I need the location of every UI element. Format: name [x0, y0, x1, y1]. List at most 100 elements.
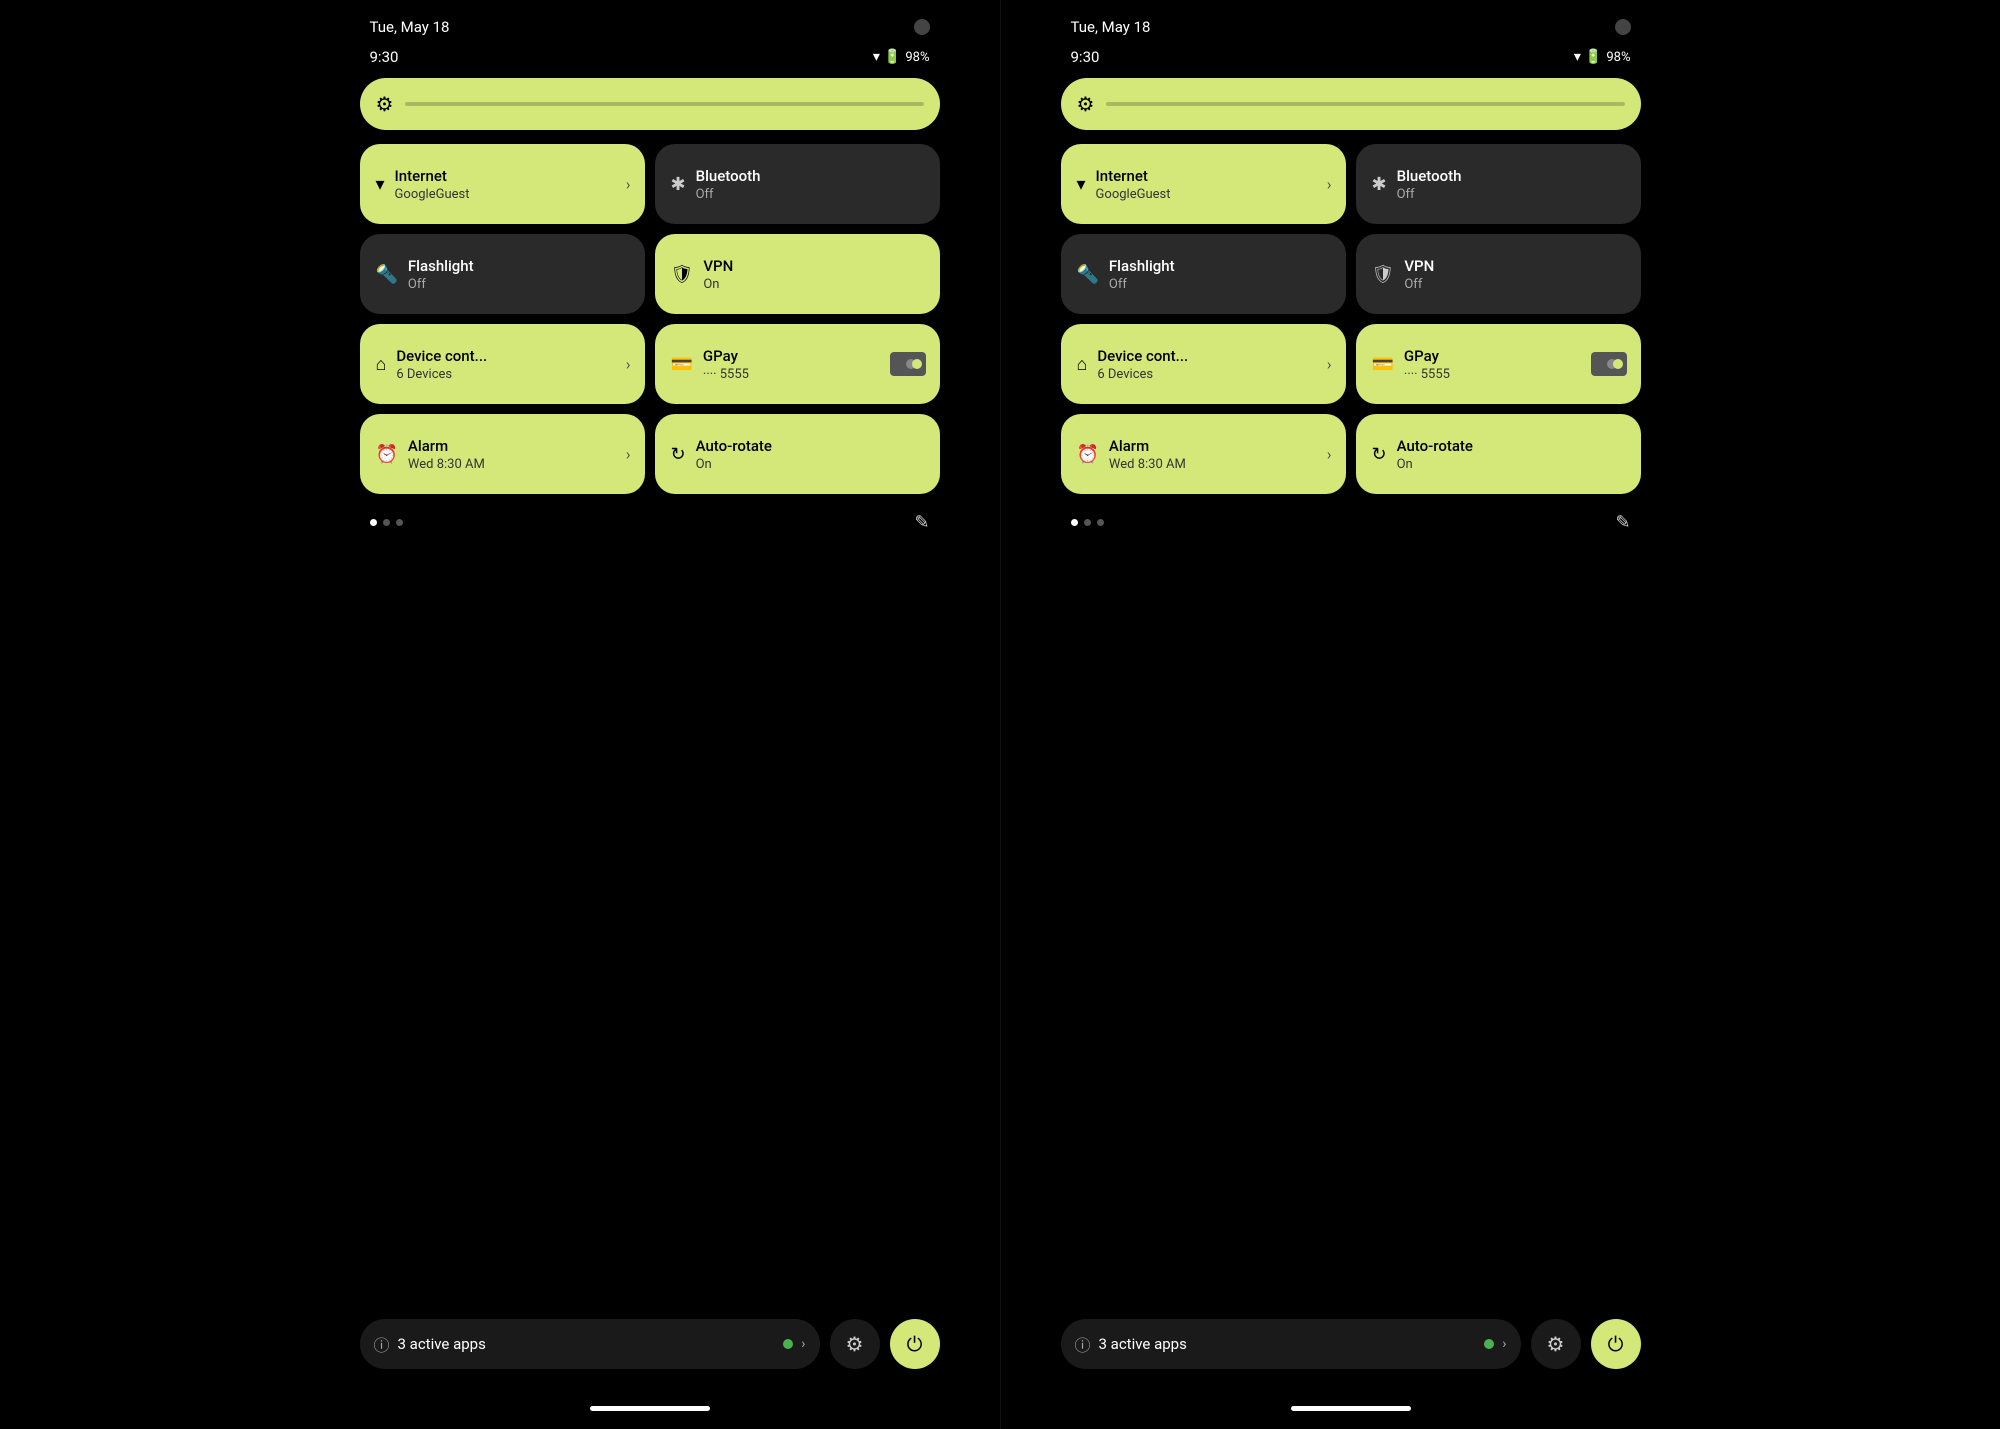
vpn-title-right: VPN [1404, 257, 1434, 275]
tile-autorotate-right[interactable]: ↻ Auto-rotate On [1356, 414, 1641, 494]
time-right: 9:30 [1071, 48, 1100, 66]
gpay-card-right [1591, 352, 1627, 376]
panel-divider [1000, 0, 1001, 1429]
edit-icon-left[interactable]: ✎ [914, 512, 929, 533]
autorotate-title-left: Auto-rotate [696, 437, 772, 455]
date-right: Tue, May 18 [1071, 18, 1151, 36]
internet-chevron-left: › [626, 175, 631, 194]
tile-vpn-left[interactable]: 🛡 VPN On [655, 234, 940, 314]
gpay-subtitle-right: ···· 5555 [1404, 367, 1450, 382]
alarm-title-left: Alarm [408, 437, 485, 455]
brightness-bar-left[interactable]: ⚙ [360, 78, 940, 130]
settings-button-left[interactable]: ⚙ [830, 1319, 880, 1369]
settings-button-right[interactable]: ⚙ [1531, 1319, 1581, 1369]
power-button-right[interactable]: ⏻ [1591, 1319, 1641, 1369]
alarm-icon-left: ⏰ [376, 444, 398, 465]
vpn-icon-left: 🛡 [671, 264, 694, 285]
page-dots-right [1071, 519, 1104, 526]
tile-bluetooth-right[interactable]: ✱ Bluetooth Off [1356, 144, 1641, 224]
battery-icon-right: 🔋 [1585, 49, 1602, 65]
internet-title-right: Internet [1096, 167, 1171, 185]
tile-alarm-left[interactable]: ⏰ Alarm Wed 8:30 AM › [360, 414, 645, 494]
device-title-left: Device cont... [396, 347, 487, 365]
tile-alarm-right[interactable]: ⏰ Alarm Wed 8:30 AM › [1061, 414, 1346, 494]
vpn-title-left: VPN [703, 257, 733, 275]
bluetooth-title-right: Bluetooth [1397, 167, 1462, 185]
time-row-right: 9:30 ▾ 🔋 98% [1061, 44, 1641, 78]
device-title-right: Device cont... [1097, 347, 1188, 365]
alarm-subtitle-right: Wed 8:30 AM [1109, 457, 1186, 472]
page-dots-left [370, 519, 403, 526]
card-icon-left: 💳 [671, 354, 693, 375]
green-dot-left [783, 1339, 793, 1349]
dot-2-left [383, 519, 390, 526]
flashlight-icon-left: 🔦 [376, 264, 398, 285]
brightness-track-left[interactable] [405, 102, 923, 106]
home-bar-left [590, 1406, 710, 1411]
active-apps-text-left: 3 active apps [398, 1335, 776, 1353]
autorotate-subtitle-left: On [696, 457, 772, 472]
tile-gpay-left[interactable]: 💳 GPay ···· 5555 [655, 324, 940, 404]
tile-internet-left[interactable]: ▾ Internet GoogleGuest › [360, 144, 645, 224]
pill-chevron-left: › [801, 1336, 805, 1352]
tile-vpn-right[interactable]: 🛡 VPN Off [1356, 234, 1641, 314]
battery-pct-right: 98% [1606, 50, 1630, 65]
rotate-icon-right: ↻ [1372, 444, 1387, 465]
device-subtitle-right: 6 Devices [1097, 367, 1188, 382]
active-apps-pill-left[interactable]: ⓘ 3 active apps › [360, 1319, 820, 1369]
gpay-title-right: GPay [1404, 347, 1450, 365]
tile-autorotate-left[interactable]: ↻ Auto-rotate On [655, 414, 940, 494]
gpay-title-left: GPay [703, 347, 749, 365]
tile-internet-right[interactable]: ▾ Internet GoogleGuest › [1061, 144, 1346, 224]
brightness-track-right[interactable] [1106, 102, 1624, 106]
internet-subtitle-right: GoogleGuest [1096, 187, 1171, 202]
vpn-icon-right: 🛡 [1372, 264, 1395, 285]
power-button-left[interactable]: ⏻ [890, 1319, 940, 1369]
vpn-subtitle-right: Off [1404, 277, 1434, 292]
right-panel: Tue, May 18 9:30 ▾ 🔋 98% ⚙ ▾ Internet Go… [1021, 0, 1681, 1429]
bottom-bar-left: ⓘ 3 active apps › ⚙ ⏻ [360, 1319, 940, 1369]
time-row-left: 9:30 ▾ 🔋 98% [360, 44, 940, 78]
home-icon-left: ⌂ [376, 354, 387, 375]
internet-title-left: Internet [395, 167, 470, 185]
dot-1-right [1071, 519, 1078, 526]
brightness-icon-left: ⚙ [376, 92, 394, 116]
flashlight-subtitle-right: Off [1109, 277, 1175, 292]
brightness-bar-right[interactable]: ⚙ [1061, 78, 1641, 130]
bluetooth-icon-left: ✱ [671, 174, 686, 195]
power-icon-left: ⏻ [907, 1332, 923, 1356]
bluetooth-icon-right: ✱ [1372, 174, 1387, 195]
alarm-icon-right: ⏰ [1077, 444, 1099, 465]
dot-3-left [396, 519, 403, 526]
tile-flashlight-right[interactable]: 🔦 Flashlight Off [1061, 234, 1346, 314]
power-icon-right: ⏻ [1608, 1332, 1624, 1356]
camera-dot-right [1615, 19, 1631, 35]
info-icon-right: ⓘ [1075, 1332, 1091, 1356]
pill-chevron-right: › [1502, 1336, 1506, 1352]
wifi-icon-right: ▾ [1077, 174, 1086, 195]
card-icon-right: 💳 [1372, 354, 1394, 375]
tile-device-left[interactable]: ⌂ Device cont... 6 Devices › [360, 324, 645, 404]
wifi-status-icon-right: ▾ [1574, 49, 1581, 65]
flashlight-title-left: Flashlight [408, 257, 474, 275]
autorotate-subtitle-right: On [1397, 457, 1473, 472]
autorotate-title-right: Auto-rotate [1397, 437, 1473, 455]
bluetooth-title-left: Bluetooth [696, 167, 761, 185]
flashlight-subtitle-left: Off [408, 277, 474, 292]
tiles-grid-right: ▾ Internet GoogleGuest › ✱ Bluetooth Off… [1061, 144, 1641, 494]
tile-gpay-right[interactable]: 💳 GPay ···· 5555 [1356, 324, 1641, 404]
tile-device-right[interactable]: ⌂ Device cont... 6 Devices › [1061, 324, 1346, 404]
tile-bluetooth-left[interactable]: ✱ Bluetooth Off [655, 144, 940, 224]
alarm-title-right: Alarm [1109, 437, 1186, 455]
active-apps-pill-right[interactable]: ⓘ 3 active apps › [1061, 1319, 1521, 1369]
tile-flashlight-left[interactable]: 🔦 Flashlight Off [360, 234, 645, 314]
device-chevron-left: › [626, 355, 631, 374]
bluetooth-subtitle-left: Off [696, 187, 761, 202]
dot-1-left [370, 519, 377, 526]
internet-subtitle-left: GoogleGuest [395, 187, 470, 202]
edit-icon-right[interactable]: ✎ [1615, 512, 1630, 533]
device-chevron-right: › [1327, 355, 1332, 374]
status-icons-right: ▾ 🔋 98% [1574, 49, 1631, 65]
flashlight-title-right: Flashlight [1109, 257, 1175, 275]
battery-pct-left: 98% [905, 50, 929, 65]
